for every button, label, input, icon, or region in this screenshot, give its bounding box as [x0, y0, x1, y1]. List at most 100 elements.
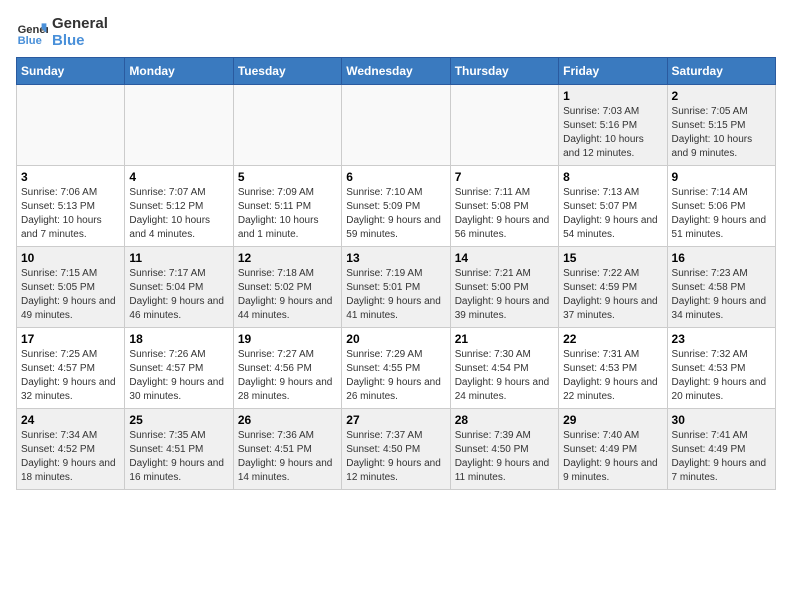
day-number: 1	[563, 89, 662, 103]
day-number: 17	[21, 332, 120, 346]
day-info: Sunrise: 7:09 AM Sunset: 5:11 PM Dayligh…	[238, 186, 337, 242]
calendar-cell: 29 Sunrise: 7:40 AM Sunset: 4:49 PM Dayli…	[559, 409, 667, 490]
day-info: Sunrise: 7:10 AM Sunset: 5:09 PM Dayligh…	[346, 186, 445, 242]
day-number: 28	[455, 413, 554, 427]
day-number: 27	[346, 413, 445, 427]
calendar-cell: 3 Sunrise: 7:06 AM Sunset: 5:13 PM Daylig…	[17, 166, 125, 247]
day-info: Sunrise: 7:17 AM Sunset: 5:04 PM Dayligh…	[129, 267, 228, 323]
day-info: Sunrise: 7:05 AM Sunset: 5:15 PM Dayligh…	[672, 105, 771, 161]
header: General Blue General Blue	[16, 16, 776, 49]
day-info: Sunrise: 7:13 AM Sunset: 5:07 PM Dayligh…	[563, 186, 662, 242]
day-info: Sunrise: 7:18 AM Sunset: 5:02 PM Dayligh…	[238, 267, 337, 323]
day-info: Sunrise: 7:22 AM Sunset: 4:59 PM Dayligh…	[563, 267, 662, 323]
day-number: 30	[672, 413, 771, 427]
day-number: 16	[672, 251, 771, 265]
day-info: Sunrise: 7:40 AM Sunset: 4:49 PM Dayligh…	[563, 429, 662, 485]
day-info: Sunrise: 7:25 AM Sunset: 4:57 PM Dayligh…	[21, 348, 120, 404]
calendar-cell: 15 Sunrise: 7:22 AM Sunset: 4:59 PM Dayli…	[559, 247, 667, 328]
day-number: 8	[563, 170, 662, 184]
day-number: 2	[672, 89, 771, 103]
calendar-cell: 5 Sunrise: 7:09 AM Sunset: 5:11 PM Daylig…	[233, 166, 341, 247]
calendar-cell: 26Sunrise: 7:36 AM Sunset: 4:51 PM Dayli…	[233, 409, 341, 490]
weekday-header-row: SundayMondayTuesdayWednesdayThursdayFrid…	[17, 58, 776, 85]
calendar-cell	[125, 85, 233, 166]
weekday-header-thursday: Thursday	[450, 58, 558, 85]
day-info: Sunrise: 7:07 AM Sunset: 5:12 PM Dayligh…	[129, 186, 228, 242]
day-info: Sunrise: 7:11 AM Sunset: 5:08 PM Dayligh…	[455, 186, 554, 242]
day-number: 4	[129, 170, 228, 184]
day-number: 11	[129, 251, 228, 265]
calendar-cell: 7 Sunrise: 7:11 AM Sunset: 5:08 PM Daylig…	[450, 166, 558, 247]
calendar-cell: 25 Sunrise: 7:35 AM Sunset: 4:51 PM Dayli…	[125, 409, 233, 490]
calendar-cell	[233, 85, 341, 166]
logo-icon: General Blue	[16, 17, 48, 49]
calendar-cell: 11 Sunrise: 7:17 AM Sunset: 5:04 PM Dayli…	[125, 247, 233, 328]
calendar-cell	[17, 85, 125, 166]
calendar-cell: 27Sunrise: 7:37 AM Sunset: 4:50 PM Dayli…	[342, 409, 450, 490]
calendar-cell: 13Sunrise: 7:19 AM Sunset: 5:01 PM Dayli…	[342, 247, 450, 328]
day-number: 18	[129, 332, 228, 346]
calendar-cell: 8 Sunrise: 7:13 AM Sunset: 5:07 PM Daylig…	[559, 166, 667, 247]
day-number: 19	[238, 332, 337, 346]
day-info: Sunrise: 7:14 AM Sunset: 5:06 PM Dayligh…	[672, 186, 771, 242]
weekday-header-wednesday: Wednesday	[342, 58, 450, 85]
logo-general-text: General	[52, 16, 108, 33]
day-number: 14	[455, 251, 554, 265]
day-number: 12	[238, 251, 337, 265]
calendar-cell: 10 Sunrise: 7:15 AM Sunset: 5:05 PM Dayli…	[17, 247, 125, 328]
logo-blue-text: Blue	[52, 33, 108, 50]
calendar-cell: 20 Sunrise: 7:29 AM Sunset: 4:55 PM Dayli…	[342, 328, 450, 409]
day-info: Sunrise: 7:39 AM Sunset: 4:50 PM Dayligh…	[455, 429, 554, 485]
day-info: Sunrise: 7:19 AM Sunset: 5:01 PM Dayligh…	[346, 267, 445, 323]
calendar-cell: 24Sunrise: 7:34 AM Sunset: 4:52 PM Dayli…	[17, 409, 125, 490]
day-info: Sunrise: 7:41 AM Sunset: 4:49 PM Dayligh…	[672, 429, 771, 485]
day-number: 6	[346, 170, 445, 184]
calendar-week-row: 10 Sunrise: 7:15 AM Sunset: 5:05 PM Dayli…	[17, 247, 776, 328]
calendar-cell: 4 Sunrise: 7:07 AM Sunset: 5:12 PM Daylig…	[125, 166, 233, 247]
day-number: 26	[238, 413, 337, 427]
weekday-header-tuesday: Tuesday	[233, 58, 341, 85]
day-info: Sunrise: 7:06 AM Sunset: 5:13 PM Dayligh…	[21, 186, 120, 242]
weekday-header-sunday: Sunday	[17, 58, 125, 85]
weekday-header-monday: Monday	[125, 58, 233, 85]
day-info: Sunrise: 7:15 AM Sunset: 5:05 PM Dayligh…	[21, 267, 120, 323]
day-info: Sunrise: 7:03 AM Sunset: 5:16 PM Dayligh…	[563, 105, 662, 161]
calendar-cell: 23 Sunrise: 7:32 AM Sunset: 4:53 PM Dayli…	[667, 328, 775, 409]
logo: General Blue General Blue	[16, 16, 108, 49]
day-number: 20	[346, 332, 445, 346]
calendar-cell: 2 Sunrise: 7:05 AM Sunset: 5:15 PM Daylig…	[667, 85, 775, 166]
calendar-cell: 30 Sunrise: 7:41 AM Sunset: 4:49 PM Dayli…	[667, 409, 775, 490]
day-info: Sunrise: 7:31 AM Sunset: 4:53 PM Dayligh…	[563, 348, 662, 404]
day-info: Sunrise: 7:30 AM Sunset: 4:54 PM Dayligh…	[455, 348, 554, 404]
calendar-week-row: 3 Sunrise: 7:06 AM Sunset: 5:13 PM Daylig…	[17, 166, 776, 247]
calendar: SundayMondayTuesdayWednesdayThursdayFrid…	[16, 57, 776, 490]
day-number: 5	[238, 170, 337, 184]
calendar-cell: 18 Sunrise: 7:26 AM Sunset: 4:57 PM Dayli…	[125, 328, 233, 409]
calendar-cell: 17 Sunrise: 7:25 AM Sunset: 4:57 PM Dayli…	[17, 328, 125, 409]
day-number: 25	[129, 413, 228, 427]
day-number: 29	[563, 413, 662, 427]
day-number: 23	[672, 332, 771, 346]
calendar-cell: 1 Sunrise: 7:03 AM Sunset: 5:16 PM Daylig…	[559, 85, 667, 166]
day-info: Sunrise: 7:32 AM Sunset: 4:53 PM Dayligh…	[672, 348, 771, 404]
calendar-cell	[342, 85, 450, 166]
day-info: Sunrise: 7:29 AM Sunset: 4:55 PM Dayligh…	[346, 348, 445, 404]
calendar-week-row: 24Sunrise: 7:34 AM Sunset: 4:52 PM Dayli…	[17, 409, 776, 490]
calendar-week-row: 1 Sunrise: 7:03 AM Sunset: 5:16 PM Daylig…	[17, 85, 776, 166]
day-number: 7	[455, 170, 554, 184]
calendar-cell: 9 Sunrise: 7:14 AM Sunset: 5:06 PM Daylig…	[667, 166, 775, 247]
day-number: 9	[672, 170, 771, 184]
calendar-cell: 6 Sunrise: 7:10 AM Sunset: 5:09 PM Daylig…	[342, 166, 450, 247]
day-number: 15	[563, 251, 662, 265]
calendar-cell	[450, 85, 558, 166]
day-number: 10	[21, 251, 120, 265]
calendar-cell: 12 Sunrise: 7:18 AM Sunset: 5:02 PM Dayli…	[233, 247, 341, 328]
day-info: Sunrise: 7:23 AM Sunset: 4:58 PM Dayligh…	[672, 267, 771, 323]
day-info: Sunrise: 7:35 AM Sunset: 4:51 PM Dayligh…	[129, 429, 228, 485]
day-info: Sunrise: 7:26 AM Sunset: 4:57 PM Dayligh…	[129, 348, 228, 404]
day-number: 3	[21, 170, 120, 184]
weekday-header-saturday: Saturday	[667, 58, 775, 85]
calendar-cell: 28 Sunrise: 7:39 AM Sunset: 4:50 PM Dayli…	[450, 409, 558, 490]
calendar-cell: 19Sunrise: 7:27 AM Sunset: 4:56 PM Dayli…	[233, 328, 341, 409]
calendar-cell: 22Sunrise: 7:31 AM Sunset: 4:53 PM Dayli…	[559, 328, 667, 409]
